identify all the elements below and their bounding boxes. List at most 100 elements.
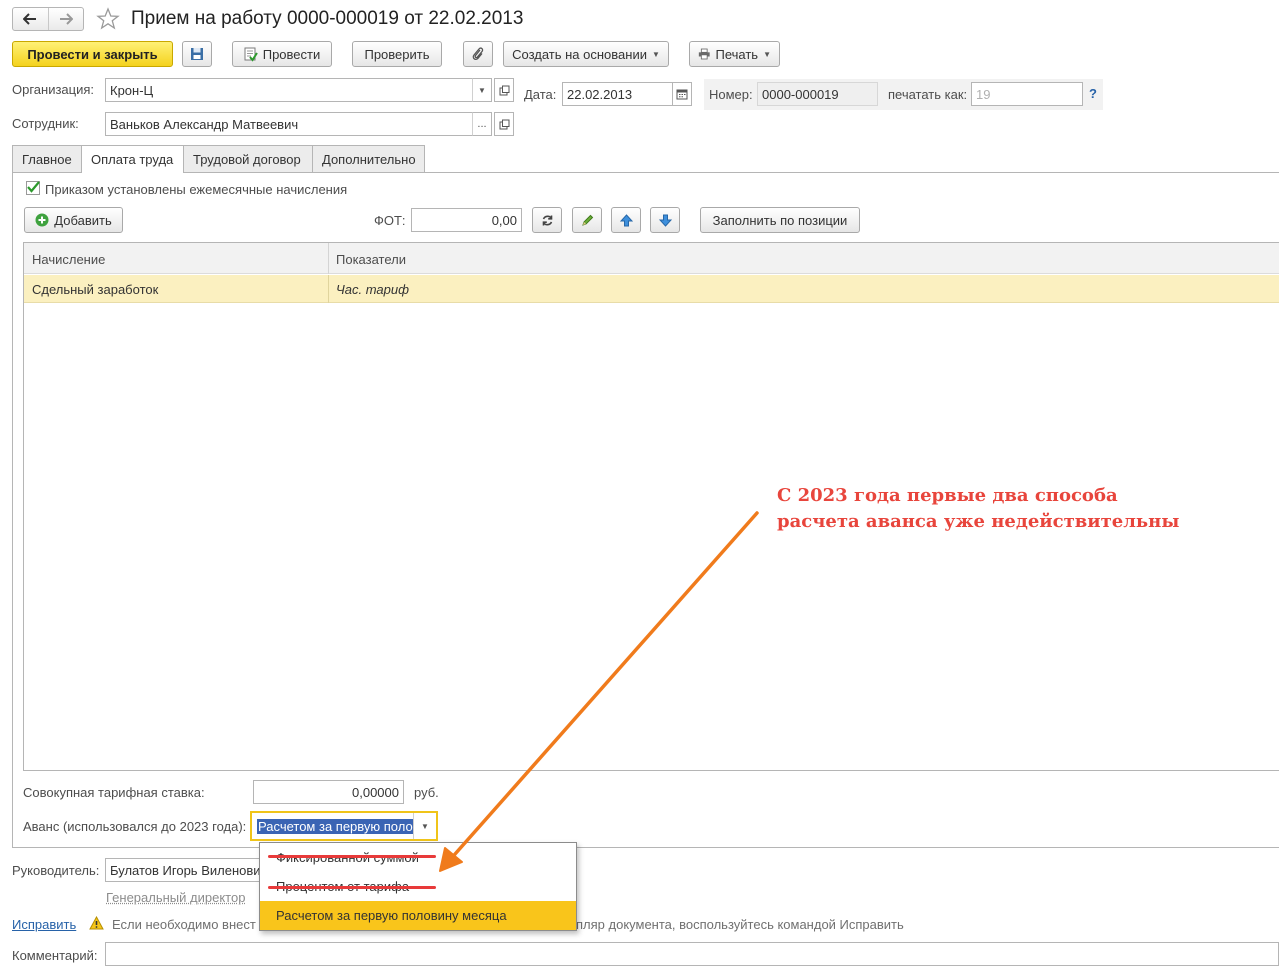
calendar-icon: [676, 89, 688, 100]
strike-line: [268, 855, 436, 858]
help-link[interactable]: ?: [1089, 86, 1097, 101]
create-based-on-button[interactable]: Создать на основании ▼: [503, 41, 669, 67]
number-field[interactable]: 0000-000019: [757, 82, 878, 106]
annotation-line-1: С 2023 года первые два способа: [777, 485, 1118, 506]
post-and-close-button[interactable]: Провести и закрыть: [12, 41, 173, 67]
column-header-indicators[interactable]: Показатели: [336, 252, 406, 267]
employee-field[interactable]: Ваньков Александр Матвеевич: [105, 112, 473, 136]
arrow-up-icon: [619, 213, 633, 226]
annotation-line-2: расчета аванса уже недействительны: [777, 511, 1180, 532]
tab-additional-label: Дополнительно: [322, 151, 416, 167]
chevron-down-icon: ▼: [421, 821, 429, 831]
strike-line: [268, 886, 436, 889]
fot-label: ФОТ:: [374, 213, 406, 228]
post-and-close-label: Провести и закрыть: [27, 46, 158, 62]
date-field[interactable]: 22.02.2013: [562, 82, 674, 106]
add-accrual-label: Добавить: [54, 212, 112, 228]
window-title: Прием на работу 0000-000019 от 22.02.201…: [131, 8, 524, 29]
manager-label: Руководитель:: [12, 863, 100, 878]
warning-text-right: пляр документа, воспользуйтесь командой …: [576, 917, 904, 932]
table-header: Начисление Показатели: [24, 243, 1279, 274]
tab-main[interactable]: Главное: [12, 145, 82, 172]
refresh-button[interactable]: [532, 207, 562, 233]
nav-button-group: [12, 7, 84, 31]
option-first-half-month[interactable]: Расчетом за первую половину месяца: [260, 901, 576, 930]
calendar-button[interactable]: [672, 82, 692, 106]
paperclip-icon: [472, 47, 484, 61]
print-as-field[interactable]: 19: [971, 82, 1083, 106]
arrow-down-icon: [658, 214, 672, 227]
option-percent-of-tariff[interactable]: Процентом от тарифа: [260, 872, 576, 901]
chevron-down-icon: ▼: [478, 85, 486, 95]
employee-select-button[interactable]: ...: [472, 112, 492, 136]
employee-open-button[interactable]: [494, 112, 514, 136]
printer-icon: [698, 48, 710, 60]
option-fixed-amount[interactable]: Фиксированной суммой: [260, 843, 576, 872]
manager-position-link[interactable]: Генеральный директор: [106, 890, 245, 905]
comment-label: Комментарий:: [12, 948, 98, 963]
cell-indicators: Час. тариф: [336, 282, 409, 297]
monthly-accruals-label: Приказом установлены ежемесячные начисле…: [45, 182, 348, 197]
organization-label: Организация:: [12, 82, 95, 97]
total-rate-field[interactable]: 0,00000: [253, 780, 404, 804]
check-button[interactable]: Проверить: [352, 41, 442, 67]
post-label: Провести: [262, 46, 321, 62]
refresh-icon: [542, 215, 552, 225]
fot-field[interactable]: 0,00: [411, 208, 522, 232]
tab-payment-label: Оплата труда: [91, 152, 174, 167]
open-window-icon: [499, 119, 509, 129]
fill-by-position-button[interactable]: Заполнить по позиции: [700, 207, 860, 233]
move-up-button[interactable]: [611, 207, 641, 233]
post-document-icon: [244, 47, 258, 62]
floppy-disk-icon: [191, 48, 203, 60]
monthly-accruals-checkbox[interactable]: [26, 181, 40, 195]
edit-button[interactable]: [572, 207, 602, 233]
create-based-on-label: Создать на основании: [512, 46, 647, 62]
warning-icon: [89, 915, 104, 930]
chevron-down-icon: ▼: [651, 49, 660, 59]
cell-accrual: Сдельный заработок: [32, 282, 159, 297]
print-label: Печать: [715, 46, 759, 62]
advance-dropdown-button[interactable]: ▼: [413, 813, 436, 839]
number-label: Номер:: [709, 87, 753, 102]
tab-payment[interactable]: Оплата труда: [81, 145, 184, 173]
check-label: Проверить: [364, 46, 430, 62]
save-button[interactable]: [182, 41, 212, 67]
manager-field[interactable]: Булатов Игорь Виленови: [105, 858, 265, 882]
tab-additional[interactable]: Дополнительно: [312, 145, 425, 172]
print-as-label: печатать как:: [888, 87, 968, 102]
employee-label: Сотрудник:: [12, 116, 79, 131]
arrow-right-icon: [59, 13, 73, 25]
move-down-button[interactable]: [650, 207, 680, 233]
table-row[interactable]: Сдельный заработок Час. тариф: [24, 275, 1279, 303]
tab-labor-contract-label: Трудовой договор: [193, 151, 301, 167]
favorite-star-icon[interactable]: [96, 7, 120, 31]
warning-text-left: Если необходимо внест: [112, 917, 256, 932]
fill-by-position-label: Заполнить по позиции: [712, 212, 848, 228]
column-header-accrual[interactable]: Начисление: [32, 252, 105, 267]
option-first-half-month-label: Расчетом за первую половину месяца: [276, 908, 507, 923]
total-rate-label: Совокупная тарифная ставка:: [23, 785, 205, 800]
chevron-down-icon: ▼: [763, 49, 771, 59]
organization-open-button[interactable]: [494, 78, 514, 102]
date-label: Дата:: [524, 87, 557, 102]
organization-dropdown-button[interactable]: ▼: [472, 78, 492, 102]
forward-button[interactable]: [49, 8, 84, 30]
annotation-text: С 2023 года первые два способа расчета а…: [777, 483, 1179, 535]
comment-field[interactable]: [105, 942, 1279, 966]
advance-select[interactable]: Расчетом за первую поло ▼: [250, 811, 438, 841]
currency-label: руб.: [414, 785, 439, 800]
add-accrual-button[interactable]: Добавить: [24, 207, 123, 233]
attach-button[interactable]: [463, 41, 493, 67]
back-button[interactable]: [13, 8, 49, 30]
post-button[interactable]: Провести: [232, 41, 332, 67]
plus-circle-icon: [35, 213, 49, 227]
advance-options-popup: Фиксированной суммой Процентом от тарифа…: [259, 842, 577, 931]
fix-link[interactable]: Исправить: [12, 917, 76, 932]
organization-field[interactable]: Крон-Ц: [105, 78, 473, 102]
arrow-left-icon: [23, 13, 37, 25]
column-divider: [328, 243, 329, 274]
tab-labor-contract[interactable]: Трудовой договор: [183, 145, 313, 172]
print-button[interactable]: Печать ▼: [689, 41, 780, 67]
tab-main-label: Главное: [22, 151, 72, 167]
